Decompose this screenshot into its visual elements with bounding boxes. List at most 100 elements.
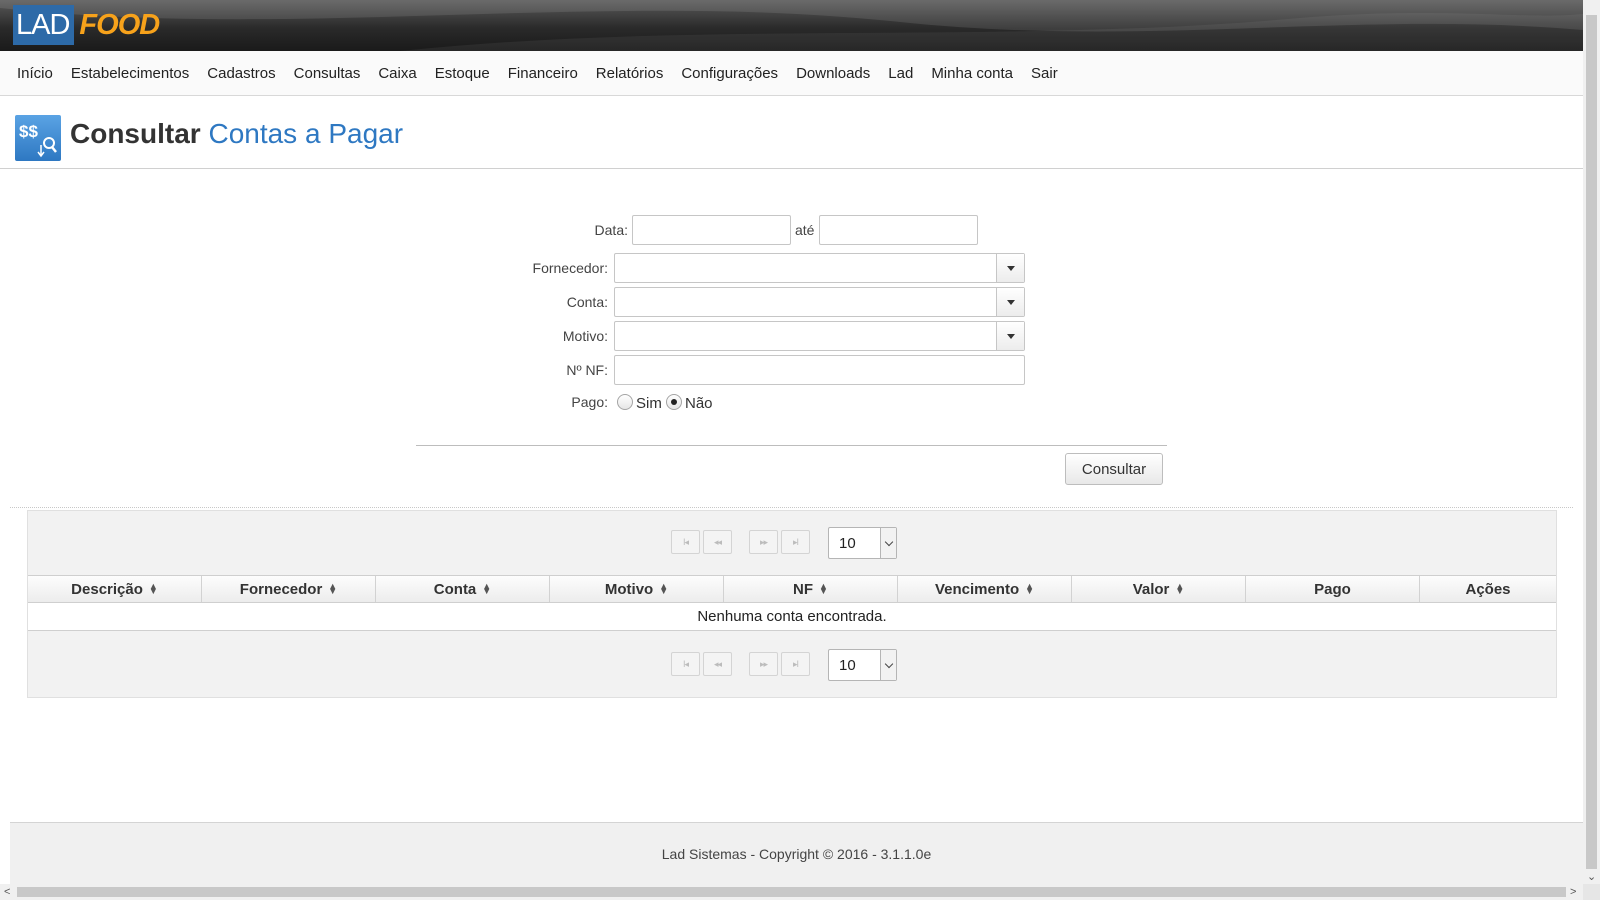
col-header-fornecedor[interactable]: Fornecedor ▲ ▼ xyxy=(202,576,376,602)
money-search-icon: $$ xyxy=(15,115,61,161)
col-header-label: NF xyxy=(793,580,814,598)
sort-icon: ▲ ▼ xyxy=(328,581,338,596)
col-header-label: Ações xyxy=(1465,580,1511,598)
page-title: Consultar Contas a Pagar xyxy=(70,118,403,150)
motivo-select[interactable] xyxy=(614,321,1025,351)
caret-down-icon xyxy=(1006,333,1015,339)
prev-page-icon[interactable]: ◂◂ xyxy=(703,530,732,554)
pago-sim-radio[interactable] xyxy=(617,394,633,410)
scrollbar-corner xyxy=(1583,884,1600,900)
col-header-label: Motivo xyxy=(604,580,654,598)
motivo-label: Motivo: xyxy=(562,328,608,344)
data-to-input[interactable] xyxy=(819,215,978,245)
col-header-vencimento[interactable]: Vencimento ▲ ▼ xyxy=(898,576,1072,602)
rows-per-page-select[interactable]: 10 xyxy=(828,527,897,559)
col-header-label: Descrição xyxy=(71,580,143,598)
horizontal-scrollbar[interactable]: < > xyxy=(0,884,1583,900)
rows-select-arrow[interactable] xyxy=(880,650,896,680)
results-panel: I◂ ◂◂ ▸▸ ▸I 10 Descrição ▲ ▼ Fornecedor ▲ ▼ … xyxy=(27,510,1557,698)
form-divider xyxy=(416,445,1167,446)
money-icon-text: $$ xyxy=(19,122,38,141)
data-from-input[interactable] xyxy=(632,215,791,245)
empty-table-message: Nenhuma conta encontrada. xyxy=(28,603,1556,631)
nav-item-lad[interactable]: Lad xyxy=(879,65,922,82)
page-footer: Lad Sistemas - Copyright © 2016 - 3.1.1.… xyxy=(10,822,1583,884)
caret-down-icon xyxy=(1006,299,1015,305)
fornecedor-select[interactable] xyxy=(614,253,1025,283)
nf-input[interactable] xyxy=(614,355,1025,385)
chevron-down-icon xyxy=(884,537,893,546)
scroll-down-arrow-icon[interactable]: ⌄ xyxy=(1587,870,1596,884)
rows-per-page-value: 10 xyxy=(839,535,856,552)
app-logo[interactable]: LAD FOOD xyxy=(13,5,160,45)
sort-icon: ▲ ▼ xyxy=(148,581,158,596)
col-header-label: Vencimento xyxy=(934,580,1020,598)
nav-item-relatorios[interactable]: Relatórios xyxy=(587,65,673,82)
col-header-descricao[interactable]: Descrição ▲ ▼ xyxy=(28,576,202,602)
conta-label: Conta: xyxy=(566,294,608,310)
data-label: Data: xyxy=(594,222,628,238)
col-header-acoes: Ações xyxy=(1420,576,1556,602)
pago-sim-label[interactable]: Sim xyxy=(636,395,662,412)
pago-nao-radio[interactable] xyxy=(666,394,682,410)
col-header-pago: Pago xyxy=(1246,576,1420,602)
horizontal-scroll-thumb[interactable] xyxy=(17,887,1566,897)
scroll-left-arrow-icon[interactable]: < xyxy=(4,885,10,899)
nf-label: Nº NF: xyxy=(566,362,608,378)
pago-nao-label[interactable]: Não xyxy=(685,395,713,412)
col-header-nf[interactable]: NF ▲ ▼ xyxy=(724,576,898,602)
conta-select[interactable] xyxy=(614,287,1025,317)
app-header: LAD FOOD xyxy=(0,0,1583,51)
conta-dropdown-button[interactable] xyxy=(996,288,1024,316)
vertical-scroll-thumb[interactable] xyxy=(1586,15,1597,869)
rows-per-page-value: 10 xyxy=(839,657,856,674)
pago-label: Pago: xyxy=(571,394,608,410)
main-nav: Início Estabelecimentos Cadastros Consul… xyxy=(0,51,1583,96)
col-header-valor[interactable]: Valor ▲ ▼ xyxy=(1072,576,1246,602)
nav-item-minha-conta[interactable]: Minha conta xyxy=(922,65,1022,82)
rows-per-page-select-bottom[interactable]: 10 xyxy=(828,649,897,681)
consultar-button[interactable]: Consultar xyxy=(1065,453,1163,485)
nav-item-sair[interactable]: Sair xyxy=(1022,65,1067,82)
page-title-bar: $$ Consultar Contas a Pagar xyxy=(0,96,1583,169)
nav-item-financeiro[interactable]: Financeiro xyxy=(499,65,587,82)
fornecedor-dropdown-button[interactable] xyxy=(996,254,1024,282)
sort-icon: ▲ ▼ xyxy=(659,581,669,596)
nav-item-estoque[interactable]: Estoque xyxy=(426,65,499,82)
nav-item-estabelecimentos[interactable]: Estabelecimentos xyxy=(62,65,198,82)
caret-down-icon xyxy=(1006,265,1015,271)
col-header-motivo[interactable]: Motivo ▲ ▼ xyxy=(550,576,724,602)
prev-page-icon[interactable]: ◂◂ xyxy=(703,652,732,676)
col-header-conta[interactable]: Conta ▲ ▼ xyxy=(376,576,550,602)
vertical-scrollbar[interactable]: ⌄ xyxy=(1583,0,1600,884)
ate-label: até xyxy=(795,222,815,238)
rows-select-arrow[interactable] xyxy=(880,528,896,558)
sort-icon: ▲ ▼ xyxy=(482,581,492,596)
motivo-dropdown-button[interactable] xyxy=(996,322,1024,350)
first-page-icon[interactable]: I◂ xyxy=(671,530,700,554)
nav-item-cadastros[interactable]: Cadastros xyxy=(198,65,284,82)
chevron-down-icon xyxy=(884,659,893,668)
results-divider xyxy=(10,507,1573,508)
last-page-icon[interactable]: ▸I xyxy=(781,530,810,554)
nav-item-configuracoes[interactable]: Configurações xyxy=(672,65,787,82)
first-page-icon[interactable]: I◂ xyxy=(671,652,700,676)
logo-food-text: FOOD xyxy=(79,9,160,41)
nav-item-caixa[interactable]: Caixa xyxy=(369,65,425,82)
nav-item-downloads[interactable]: Downloads xyxy=(787,65,879,82)
logo-lad-text: LAD xyxy=(13,5,75,45)
nav-item-consultas[interactable]: Consultas xyxy=(285,65,370,82)
col-header-label: Valor xyxy=(1132,580,1170,598)
page-title-main: Consultar xyxy=(70,118,201,149)
sort-icon: ▲ ▼ xyxy=(1175,581,1185,596)
next-page-icon[interactable]: ▸▸ xyxy=(749,652,778,676)
next-page-icon[interactable]: ▸▸ xyxy=(749,530,778,554)
nav-item-inicio[interactable]: Início xyxy=(8,65,62,82)
last-page-icon[interactable]: ▸I xyxy=(781,652,810,676)
page-title-sub: Contas a Pagar xyxy=(208,118,404,149)
sort-icon: ▲ ▼ xyxy=(819,581,828,596)
fornecedor-label: Fornecedor: xyxy=(532,260,608,276)
scroll-right-arrow-icon[interactable]: > xyxy=(1570,885,1576,899)
col-header-label: Pago xyxy=(1314,580,1351,598)
col-header-label: Fornecedor xyxy=(239,580,323,598)
